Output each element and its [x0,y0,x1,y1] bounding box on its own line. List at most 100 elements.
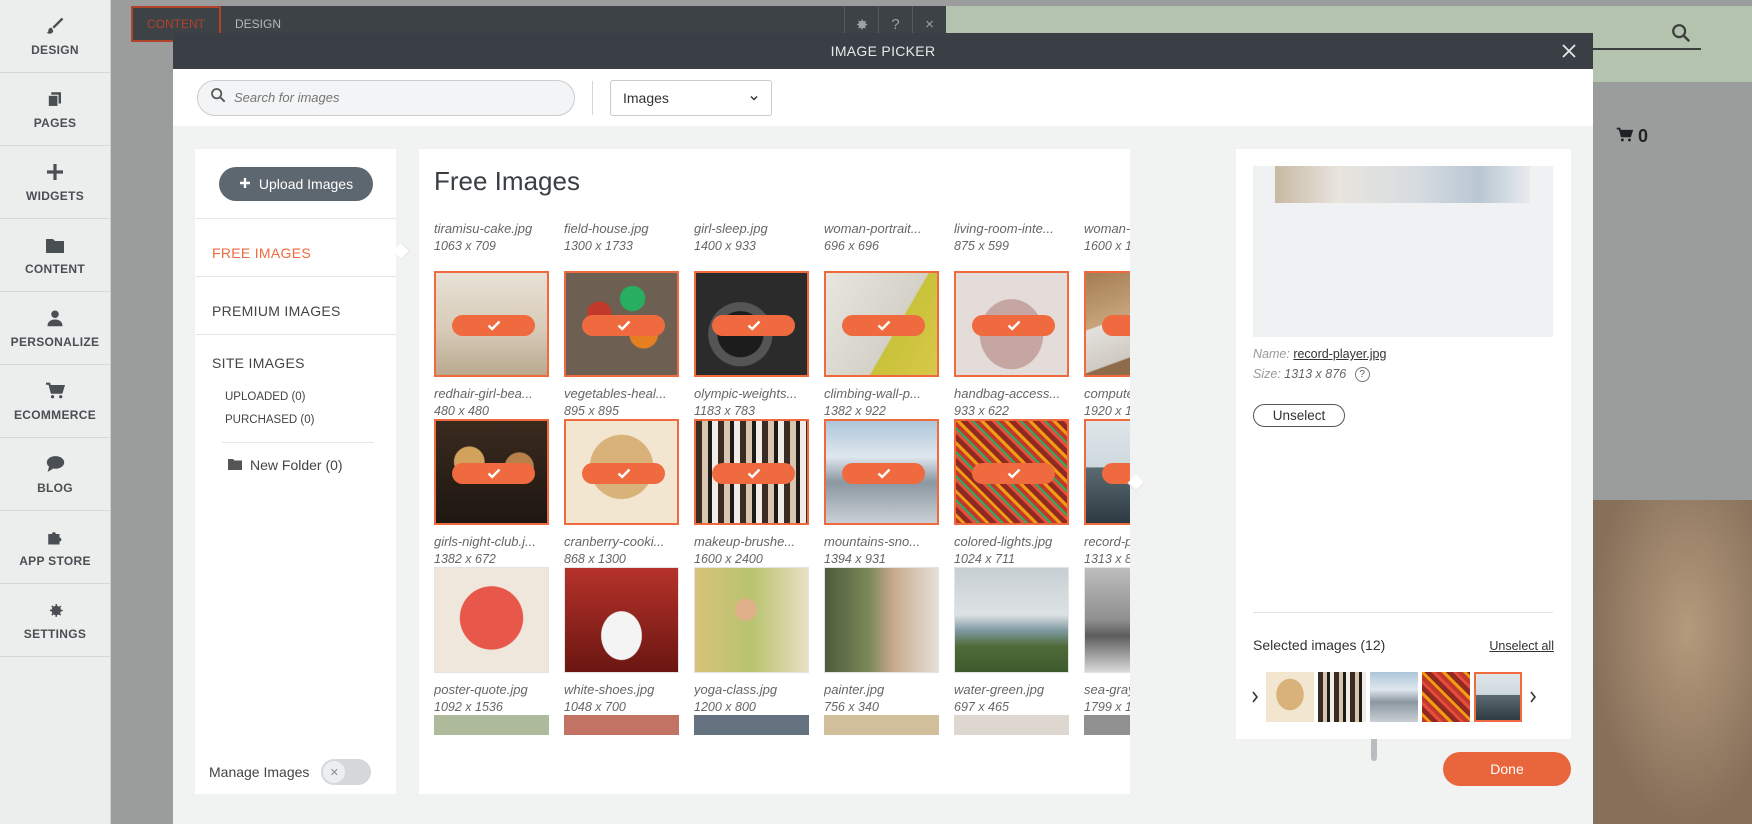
checkmark-icon[interactable] [972,463,1055,484]
image-thumbnail[interactable] [954,715,1069,735]
image-thumbnail[interactable] [824,419,939,525]
filter-uploaded[interactable]: UPLOADED (0) [225,391,306,403]
chat-bubble-icon [44,453,66,475]
chevron-right-icon[interactable] [1526,691,1540,703]
image-thumbnail[interactable] [564,567,679,673]
image-tile[interactable]: woman-relaxing... 1600 x 1067 [1084,213,1130,253]
upload-images-button[interactable]: Upload Images [219,167,373,201]
done-button[interactable]: Done [1443,752,1571,786]
image-thumbnail[interactable] [824,715,939,735]
image-thumbnail[interactable] [564,715,679,735]
image-name-value[interactable]: record-player.jpg [1293,347,1386,361]
filter-purchased[interactable]: PURCHASED (0) [225,414,314,426]
image-thumbnail[interactable] [824,567,939,673]
sidebar-item-pages[interactable]: PAGES [0,73,110,146]
checkmark-icon[interactable] [842,463,925,484]
selected-image-thumbnail[interactable] [1474,672,1522,722]
help-icon[interactable]: ? [1354,367,1370,383]
checkmark-icon[interactable] [452,463,535,484]
selected-image-thumbnail[interactable] [1266,672,1314,722]
image-tile[interactable]: tiramisu-cake.jpg 1063 x 709 [434,213,549,253]
sidebar-item-design[interactable]: DESIGN [0,0,110,73]
checkmark-icon[interactable] [1102,315,1130,336]
image-tile[interactable]: field-house.jpg 1300 x 1733 [564,213,679,253]
image-thumbnail[interactable] [564,419,679,525]
sidebar-item-settings[interactable]: SETTINGS [0,584,110,657]
manage-images-row: Manage Images ✕ [209,759,372,785]
close-icon[interactable] [1557,39,1581,63]
image-thumbnail[interactable] [694,271,809,377]
checkmark-icon[interactable] [452,315,535,336]
sidebar-item-personalize[interactable]: PERSONALIZE [0,292,110,365]
image-tile[interactable]: makeup-brushe... 1600 x 2400 [694,419,809,566]
image-tile[interactable]: painter.jpg 756 x 340 [824,567,939,714]
cart-indicator[interactable]: 0 [1616,126,1648,147]
manage-images-toggle[interactable]: ✕ [321,759,372,785]
checkmark-icon[interactable] [712,463,795,484]
image-thumbnail[interactable] [434,567,549,673]
image-tile[interactable]: mountains-sno... 1394 x 931 [824,419,939,566]
checkmark-icon[interactable] [712,315,795,336]
image-tile[interactable]: white-shoes.jpg 1048 x 700 [564,567,679,714]
image-tile[interactable]: girls-night-club.j... 1382 x 672 [434,419,549,566]
image-tile[interactable]: living-room-inte... 875 x 599 [954,213,1069,253]
checkmark-icon[interactable] [1102,463,1130,484]
filter-premium-images[interactable]: PREMIUM IMAGES [212,303,341,319]
chevron-right-icon[interactable] [1248,691,1262,703]
image-thumbnail[interactable] [434,715,549,735]
selected-image-thumbnail[interactable] [1318,672,1366,722]
image-thumbnail[interactable] [954,567,1069,673]
image-tile[interactable]: i record-player.jpg 1313 x 876 [1084,419,1130,566]
image-thumbnail[interactable] [694,715,809,735]
checkmark-icon[interactable] [972,315,1055,336]
image-thumbnail[interactable] [434,271,549,377]
checkmark-icon[interactable] [582,315,665,336]
image-tile[interactable]: woman-portrait... 696 x 696 [824,213,939,253]
sidebar-item-widgets[interactable]: WIDGETS [0,146,110,219]
image-thumbnail[interactable] [694,567,809,673]
image-tile[interactable]: girl-sleep.jpg 1400 x 933 [694,213,809,253]
sidebar-item-ecommerce[interactable]: ECOMMERCE [0,365,110,438]
image-tile[interactable]: computer-top-c... 1920 x 1280 [1084,271,1130,418]
sidebar-item-app-store[interactable]: APP STORE [0,511,110,584]
image-thumbnail[interactable] [954,271,1069,377]
image-thumbnail[interactable] [434,419,549,525]
image-tile[interactable]: cranberry-cooki... 868 x 1300 [564,419,679,566]
sidebar-item-label: PERSONALIZE [10,335,100,349]
selected-image-thumbnail[interactable] [1370,672,1418,722]
sidebar-item-blog[interactable]: BLOG [0,438,110,511]
unselect-button[interactable]: Unselect [1253,404,1345,427]
image-tile[interactable]: vegetables-heal... 895 x 895 [564,271,679,418]
image-tile[interactable]: climbing-wall-p... 1382 x 922 [824,271,939,418]
image-tile[interactable]: yoga-class.jpg 1200 x 800 [694,567,809,714]
selected-image-thumbnail[interactable] [1422,672,1470,722]
image-thumbnail[interactable] [824,271,939,377]
image-tile[interactable]: sea-gray.jpg 1799 x 1200 [1084,567,1130,714]
image-tile[interactable]: handbag-access... 933 x 622 [954,271,1069,418]
image-thumbnail[interactable] [694,419,809,525]
image-tile[interactable]: water-green.jpg 697 x 465 [954,567,1069,714]
image-thumbnail[interactable] [1084,567,1130,673]
search-input[interactable] [234,90,554,105]
image-tile[interactable]: colored-lights.jpg 1024 x 711 [954,419,1069,566]
sidebar-item-content[interactable]: CONTENT [0,219,110,292]
image-thumbnail[interactable] [954,419,1069,525]
puzzle-icon [44,526,66,548]
pages-icon [44,88,66,110]
image-preview [1253,166,1553,337]
image-thumbnail[interactable] [564,271,679,377]
filter-site-images[interactable]: SITE IMAGES [212,355,305,371]
image-tile[interactable]: poster-quote.jpg 1092 x 1536 [434,567,549,714]
folder-new-folder[interactable]: New Folder (0) [228,457,343,473]
image-thumbnail[interactable] [1084,271,1130,377]
image-thumbnail[interactable]: i [1084,419,1130,525]
image-tile[interactable]: redhair-girl-bea... 480 x 480 [434,271,549,418]
checkmark-icon[interactable] [582,463,665,484]
checkmark-icon[interactable] [842,315,925,336]
search-icon[interactable] [1670,22,1692,44]
unselect-all-link[interactable]: Unselect all [1489,639,1554,653]
filter-free-images[interactable]: FREE IMAGES [212,245,311,261]
image-type-select[interactable]: Images [610,79,772,116]
image-tile[interactable]: olympic-weights... 1183 x 783 [694,271,809,418]
image-thumbnail[interactable] [1084,715,1130,735]
